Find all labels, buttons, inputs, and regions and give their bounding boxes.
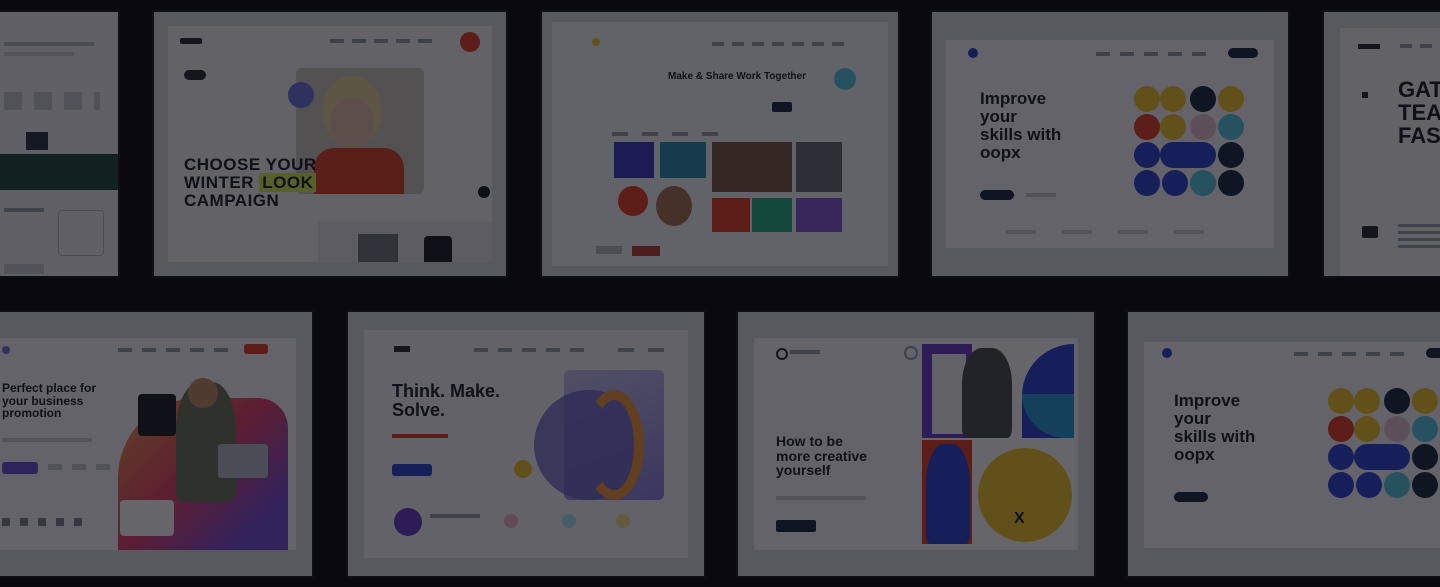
oopx-headline-4: oopx [980, 142, 1021, 162]
tile-business-partial[interactable]: Perfect place for your business promotio… [0, 310, 314, 578]
hero-art: X [922, 344, 1074, 544]
tile-analytics-partial[interactable] [0, 10, 120, 278]
oopx2-headline-1: Improve [1174, 391, 1241, 410]
fashion-headline-1: GAT [1398, 77, 1440, 102]
oopx2-headline-4: oopx [1174, 444, 1215, 464]
oopx-headline-1: Improve [980, 89, 1047, 108]
pattern-art [1134, 86, 1246, 198]
fashion-headline-3: FAS [1398, 123, 1440, 149]
creative-grid-headline: Make & Share Work Together [668, 71, 806, 82]
grid-card [796, 198, 842, 232]
cta-button [2, 462, 38, 474]
creative-headline-2: more creative [776, 447, 868, 464]
tile-winter-look[interactable]: CHOOSE YOUR WINTER LOOK CAMPAIGN [152, 10, 508, 278]
logo-icon [968, 48, 978, 58]
nav-cta [244, 344, 268, 354]
cta-button [1174, 492, 1208, 502]
think-headline-2: Solve. [392, 399, 446, 420]
tile-creative-yourself[interactable]: How to be more creative yourself X [736, 310, 1096, 578]
tile-fashion-partial[interactable]: GAT TEA FAS [1322, 10, 1440, 278]
tile-think-make[interactable]: Think. Make. Solve. [346, 310, 706, 578]
cta-button [392, 464, 432, 476]
pattern-art [1328, 388, 1440, 500]
tile-creative-grid[interactable]: Make & Share Work Together [540, 10, 900, 278]
winter-headline-3: CAMPAIGN [184, 190, 280, 210]
grid-card [752, 198, 792, 232]
oopx2-headline-3: skills with [1174, 426, 1256, 446]
tile-nav [180, 32, 480, 52]
oopx-headline-2: your [980, 106, 1017, 126]
creative-headline-1: How to be [776, 433, 843, 449]
tile-oopx-bottom[interactable]: Improve your skills with oopx [1126, 310, 1440, 578]
oopx-headline-3: skills with [980, 124, 1062, 144]
grid-card [712, 198, 750, 232]
creative-headline-3: yourself [776, 462, 831, 479]
grid-card [614, 142, 654, 178]
business-headline-3: promotion [2, 406, 62, 421]
menu-icon [904, 346, 918, 360]
grid-card [712, 142, 792, 192]
logo-icon [1162, 348, 1172, 358]
menu-icon [460, 32, 480, 52]
grid-card [660, 142, 706, 178]
cta-button [776, 520, 816, 532]
fashion-headline-2: TEA [1398, 100, 1440, 126]
tile-oopx-top[interactable]: Improve your skills with oopx [930, 10, 1290, 278]
winter-headline-1: CHOOSE YOUR [184, 155, 317, 174]
oopx2-headline-2: your [1174, 408, 1211, 428]
think-headline-1: Think. Make. [392, 381, 501, 401]
business-headline-1: Perfect place for [2, 381, 97, 395]
winter-headline-highlight: LOOK [259, 172, 317, 192]
logo-icon [776, 348, 788, 360]
nav-cta [1228, 48, 1258, 58]
folder-icon [1362, 226, 1378, 238]
grid-card [796, 142, 842, 192]
winter-headline-2: WINTER [184, 172, 255, 192]
cta-button [980, 190, 1014, 200]
nav-cta [1426, 348, 1440, 358]
template-showcase-wall: CHOOSE YOUR WINTER LOOK CAMPAIGN Make & … [0, 0, 1440, 587]
